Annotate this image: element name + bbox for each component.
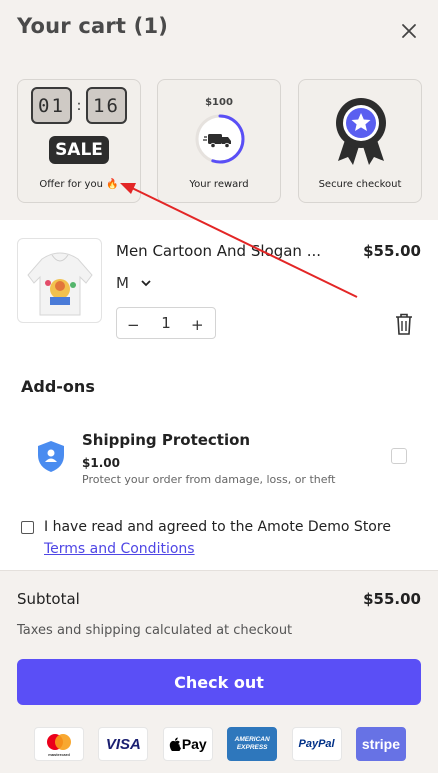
reward-price: $100 [205, 97, 233, 108]
hoodie-image [27, 252, 93, 316]
offer-label: Offer for you 🔥 [39, 179, 119, 190]
timer-separator: : [76, 97, 82, 114]
timer-minutes: 01 [31, 87, 72, 124]
quantity-decrease-button[interactable]: − [127, 316, 141, 334]
shipping-protection-price: $1.00 [82, 456, 120, 470]
variant-value: M [116, 274, 129, 292]
product-price: $55.00 [363, 242, 421, 260]
timer-seconds: 16 [86, 87, 127, 124]
cart-header: Your cart (1) [0, 0, 438, 62]
shipping-protection-title: Shipping Protection [82, 431, 251, 449]
shield-icon [38, 441, 64, 472]
quantity-value[interactable]: 1 [161, 314, 171, 332]
quantity-stepper: − 1 + [116, 307, 216, 339]
offer-card[interactable]: 01 : 16 SALE Offer for you 🔥 [17, 79, 141, 203]
terms-text: I have read and agreed to the Amote Demo… [44, 516, 424, 560]
product-name[interactable]: Men Cartoon And Slogan ... [116, 242, 346, 260]
product-image[interactable] [17, 238, 102, 323]
countdown-timer: 01 : 16 [31, 87, 127, 124]
applepay-text: Pay [181, 736, 207, 752]
shipping-protection-description: Protect your order from damage, loss, or… [82, 473, 336, 486]
cart-footer: Subtotal $55.00 Taxes and shipping calcu… [0, 570, 438, 773]
mastercard-icon: mastercard [34, 727, 84, 761]
reward-card[interactable]: $100 Your reward [157, 79, 281, 203]
mastercard-text: mastercard [48, 752, 70, 757]
sale-badge: SALE [49, 136, 109, 164]
reward-progress-ring [195, 114, 245, 164]
visa-icon: VISA [98, 727, 149, 761]
applepay-icon: Pay [162, 727, 213, 761]
quantity-increase-button[interactable]: + [191, 316, 205, 334]
amex-icon: AMERICAN EXPRESS [227, 727, 278, 761]
reward-label: Your reward [189, 179, 249, 190]
subtotal-value: $55.00 [363, 590, 421, 608]
terms-link[interactable]: Terms and Conditions [44, 541, 195, 557]
secure-label: Secure checkout [318, 179, 402, 190]
cart-body: Men Cartoon And Slogan ... $55.00 M − 1 … [0, 220, 438, 570]
terms-checkbox[interactable] [21, 521, 34, 534]
secure-card[interactable]: Secure checkout [298, 79, 422, 203]
paypal-icon: PayPal [291, 727, 342, 761]
perks-section: 01 : 16 SALE Offer for you 🔥 $100 Your r… [0, 62, 438, 220]
addons-heading: Add-ons [21, 377, 95, 396]
subtotal-label: Subtotal [17, 590, 80, 608]
terms-label: I have read and agreed to the Amote Demo… [44, 519, 391, 535]
award-badge-icon [336, 98, 386, 165]
stripe-icon: stripe [355, 727, 406, 761]
checkout-button[interactable]: Check out [17, 659, 421, 705]
chevron-down-icon [141, 279, 151, 286]
shipping-protection-checkbox[interactable] [391, 448, 407, 464]
payment-icons: mastercard VISA Pay AMERICAN EXPRESS Pay… [34, 727, 406, 763]
trash-icon[interactable] [394, 312, 414, 336]
cart-title: Your cart (1) [17, 14, 169, 38]
close-icon[interactable] [399, 21, 419, 41]
tax-note: Taxes and shipping calculated at checkou… [17, 623, 293, 638]
variant-select[interactable]: M [116, 274, 151, 292]
